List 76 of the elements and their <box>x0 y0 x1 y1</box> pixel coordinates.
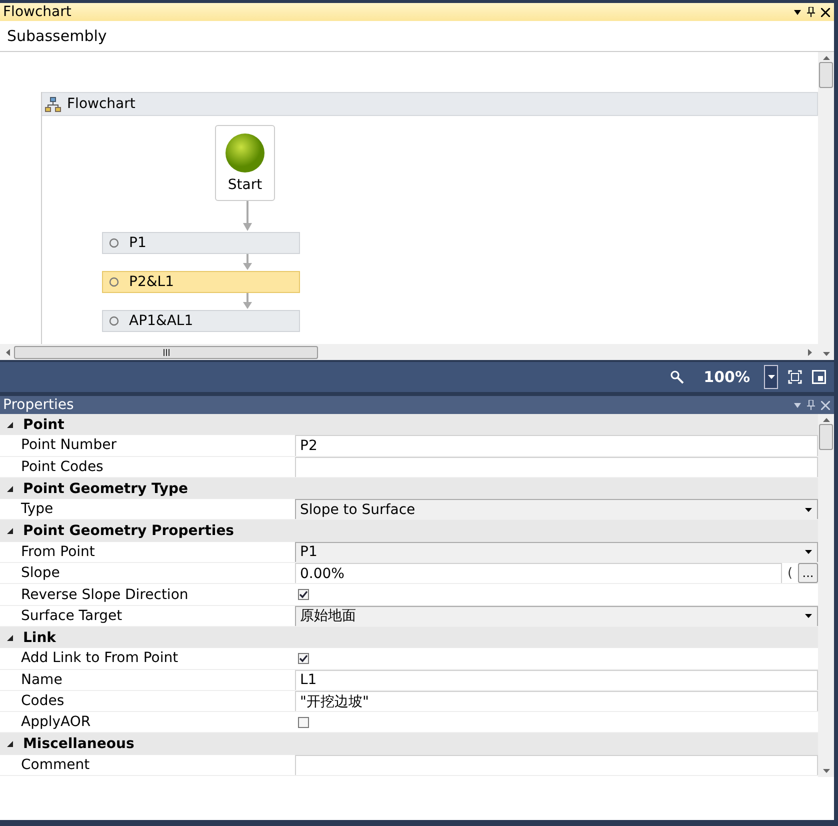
activity-node[interactable]: P2&L1 <box>102 271 300 293</box>
dropdown[interactable]: Slope to Surface <box>295 499 818 520</box>
activity-node[interactable]: P1 <box>102 232 300 254</box>
property-label: Type <box>20 501 54 518</box>
scroll-thumb[interactable] <box>819 62 833 88</box>
designer-header: Flowchart <box>42 92 818 116</box>
arrow <box>242 293 252 310</box>
scroll-up-icon[interactable] <box>822 56 830 60</box>
arrow <box>242 254 252 271</box>
dropdown-icon[interactable] <box>794 10 801 14</box>
text-field[interactable]: L1 <box>295 670 818 690</box>
caret-icon <box>768 375 774 379</box>
category-header[interactable]: Point Geometry Type <box>0 478 818 500</box>
caret-icon <box>805 508 812 512</box>
property-label: Point Number <box>20 437 118 454</box>
property-label: From Point <box>20 544 96 560</box>
collapse-icon[interactable] <box>6 484 14 493</box>
text-field[interactable]: 0.00% <box>295 563 782 584</box>
circle-icon <box>109 316 119 326</box>
property-label: Surface Target <box>20 608 124 624</box>
start-node[interactable]: Start <box>215 125 275 201</box>
vertical-scrollbar[interactable] <box>818 52 834 360</box>
vertical-scrollbar[interactable] <box>818 414 834 777</box>
pane-title: Flowchart <box>3 4 72 20</box>
scroll-left-icon[interactable] <box>6 348 10 356</box>
close-icon[interactable] <box>821 8 830 16</box>
activity-node[interactable]: AP1&AL1 <box>102 310 300 332</box>
arrow <box>242 201 252 232</box>
caret-icon <box>805 550 812 554</box>
scroll-thumb[interactable] <box>819 424 833 450</box>
dropdown[interactable]: 原始地面 <box>295 606 818 626</box>
fit-to-screen-icon[interactable] <box>788 370 802 384</box>
collapse-icon[interactable] <box>6 420 14 429</box>
text-field[interactable] <box>295 456 818 477</box>
browse-button[interactable]: ... <box>798 563 818 584</box>
collapse-icon[interactable] <box>6 740 14 748</box>
text-field[interactable]: "开挖边坡" <box>295 690 818 712</box>
property-label: Comment <box>20 756 91 773</box>
property-label: Codes <box>20 693 66 709</box>
flowchart-icon <box>45 96 61 112</box>
category-header[interactable]: Link <box>0 626 818 648</box>
property-label: Reverse Slope Direction <box>20 586 190 603</box>
circle-icon <box>109 277 119 287</box>
text-field[interactable] <box>295 754 818 776</box>
horizontal-scrollbar[interactable] <box>0 344 818 360</box>
category-header[interactable]: Miscellaneous <box>0 733 818 755</box>
unit-text: ( <box>786 566 794 581</box>
start-circle-icon <box>225 133 265 173</box>
property-label: Point Codes <box>20 458 104 475</box>
property-label: ApplyAOR <box>20 714 92 730</box>
category-header[interactable]: Point <box>0 414 818 436</box>
scroll-down-icon[interactable] <box>822 769 830 773</box>
pane-title: Properties <box>3 397 74 413</box>
breadcrumb[interactable]: Subassembly <box>7 27 107 45</box>
caret-icon <box>805 614 812 618</box>
scroll-down-icon[interactable] <box>822 352 830 356</box>
property-label: Add Link to From Point <box>20 650 180 666</box>
property-label: Name <box>20 672 64 688</box>
dropdown[interactable]: P1 <box>295 542 818 562</box>
checkbox[interactable] <box>298 716 309 728</box>
pin-icon[interactable] <box>807 7 815 17</box>
property-label: Slope <box>20 565 61 582</box>
checkbox[interactable] <box>298 652 309 664</box>
zoom-level: 100% <box>704 368 750 386</box>
collapse-icon[interactable] <box>6 527 14 536</box>
scroll-right-icon[interactable] <box>808 348 812 356</box>
collapse-icon[interactable] <box>6 634 14 642</box>
grip-icon <box>162 348 170 356</box>
checkbox[interactable] <box>298 589 309 600</box>
category-header[interactable]: Point Geometry Properties <box>0 520 818 542</box>
circle-icon <box>109 238 119 248</box>
search-icon[interactable] <box>670 370 684 384</box>
scroll-up-icon[interactable] <box>822 418 830 422</box>
overview-icon[interactable] <box>812 370 826 384</box>
text-field[interactable]: P2 <box>295 435 818 456</box>
zoom-dropdown[interactable] <box>764 365 778 389</box>
